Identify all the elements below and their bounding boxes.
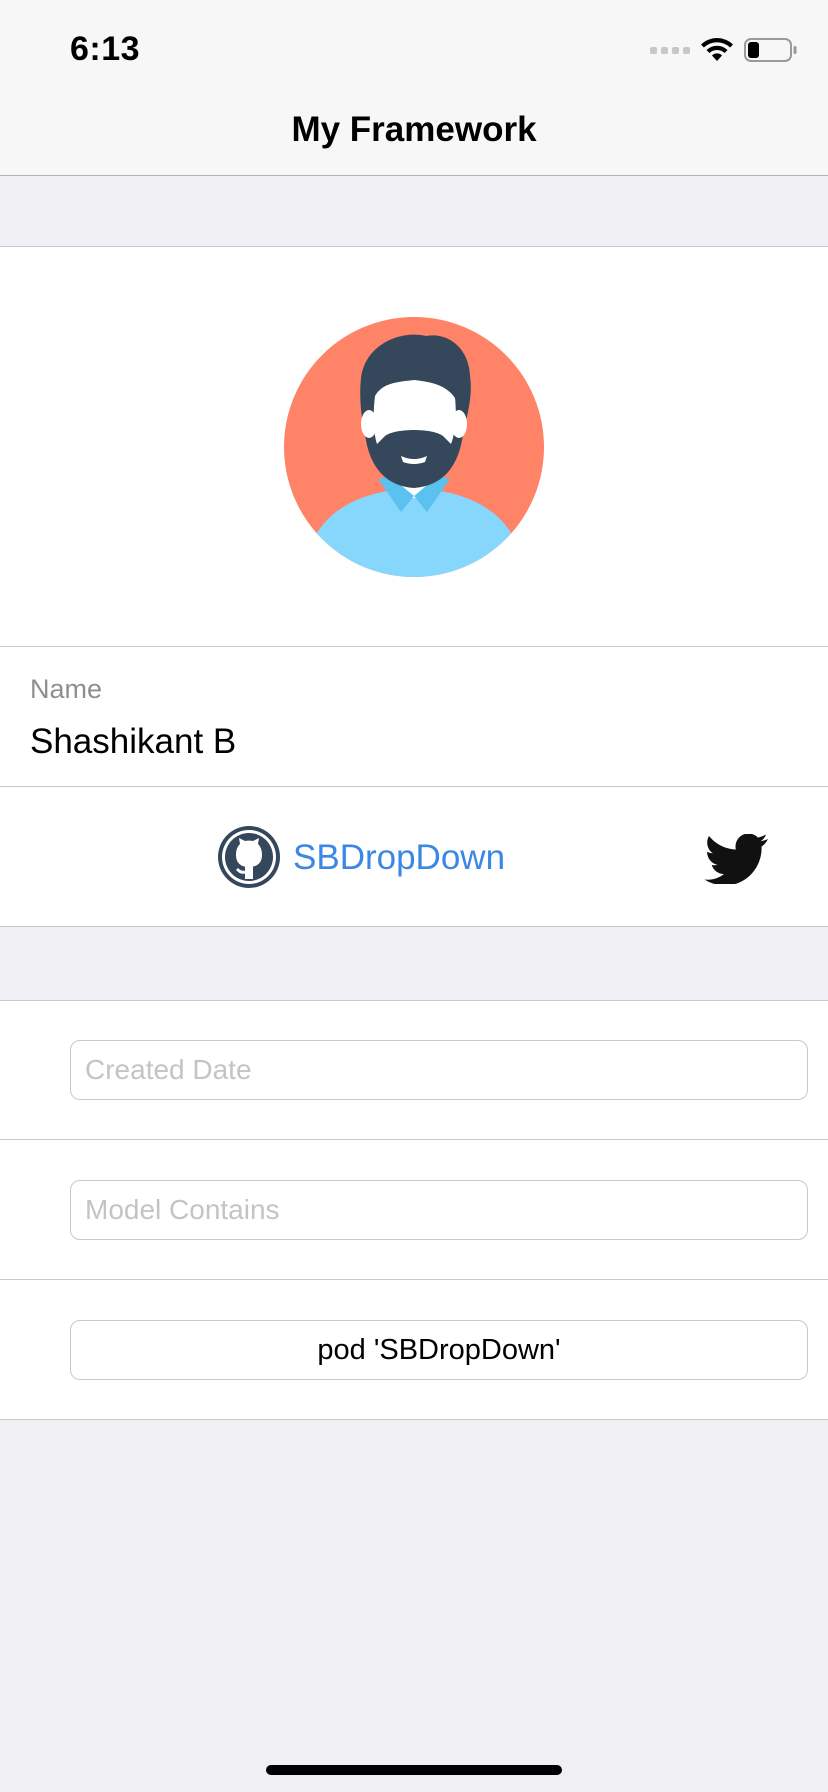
divider	[0, 246, 828, 247]
created-date-field[interactable]	[70, 1040, 808, 1100]
wifi-icon	[701, 38, 733, 61]
navigation-bar: My Framework	[0, 88, 828, 176]
divider	[0, 1000, 828, 1001]
divider	[0, 926, 828, 927]
model-contains-field[interactable]	[70, 1180, 808, 1240]
avatar[interactable]	[283, 316, 545, 578]
signal-dots-icon	[650, 46, 690, 54]
home-indicator[interactable]	[266, 1765, 562, 1775]
github-icon[interactable]	[217, 825, 281, 889]
status-icons	[650, 36, 798, 64]
avatar-icon	[284, 317, 544, 577]
battery-icon	[744, 38, 797, 62]
name-label: Name	[30, 674, 103, 704]
github-link-sbdropdown[interactable]: SBDropDown	[293, 838, 505, 878]
status-bar: 6:13	[0, 0, 828, 88]
twitter-icon[interactable]	[704, 834, 770, 884]
divider	[0, 1419, 828, 1420]
status-time: 6:13	[70, 30, 141, 68]
name-value: Shashikant B	[30, 722, 237, 761]
name-section	[0, 647, 828, 786]
pod-install-button[interactable]: pod 'SBDropDown'	[70, 1320, 808, 1380]
page-title: My Framework	[291, 110, 537, 149]
